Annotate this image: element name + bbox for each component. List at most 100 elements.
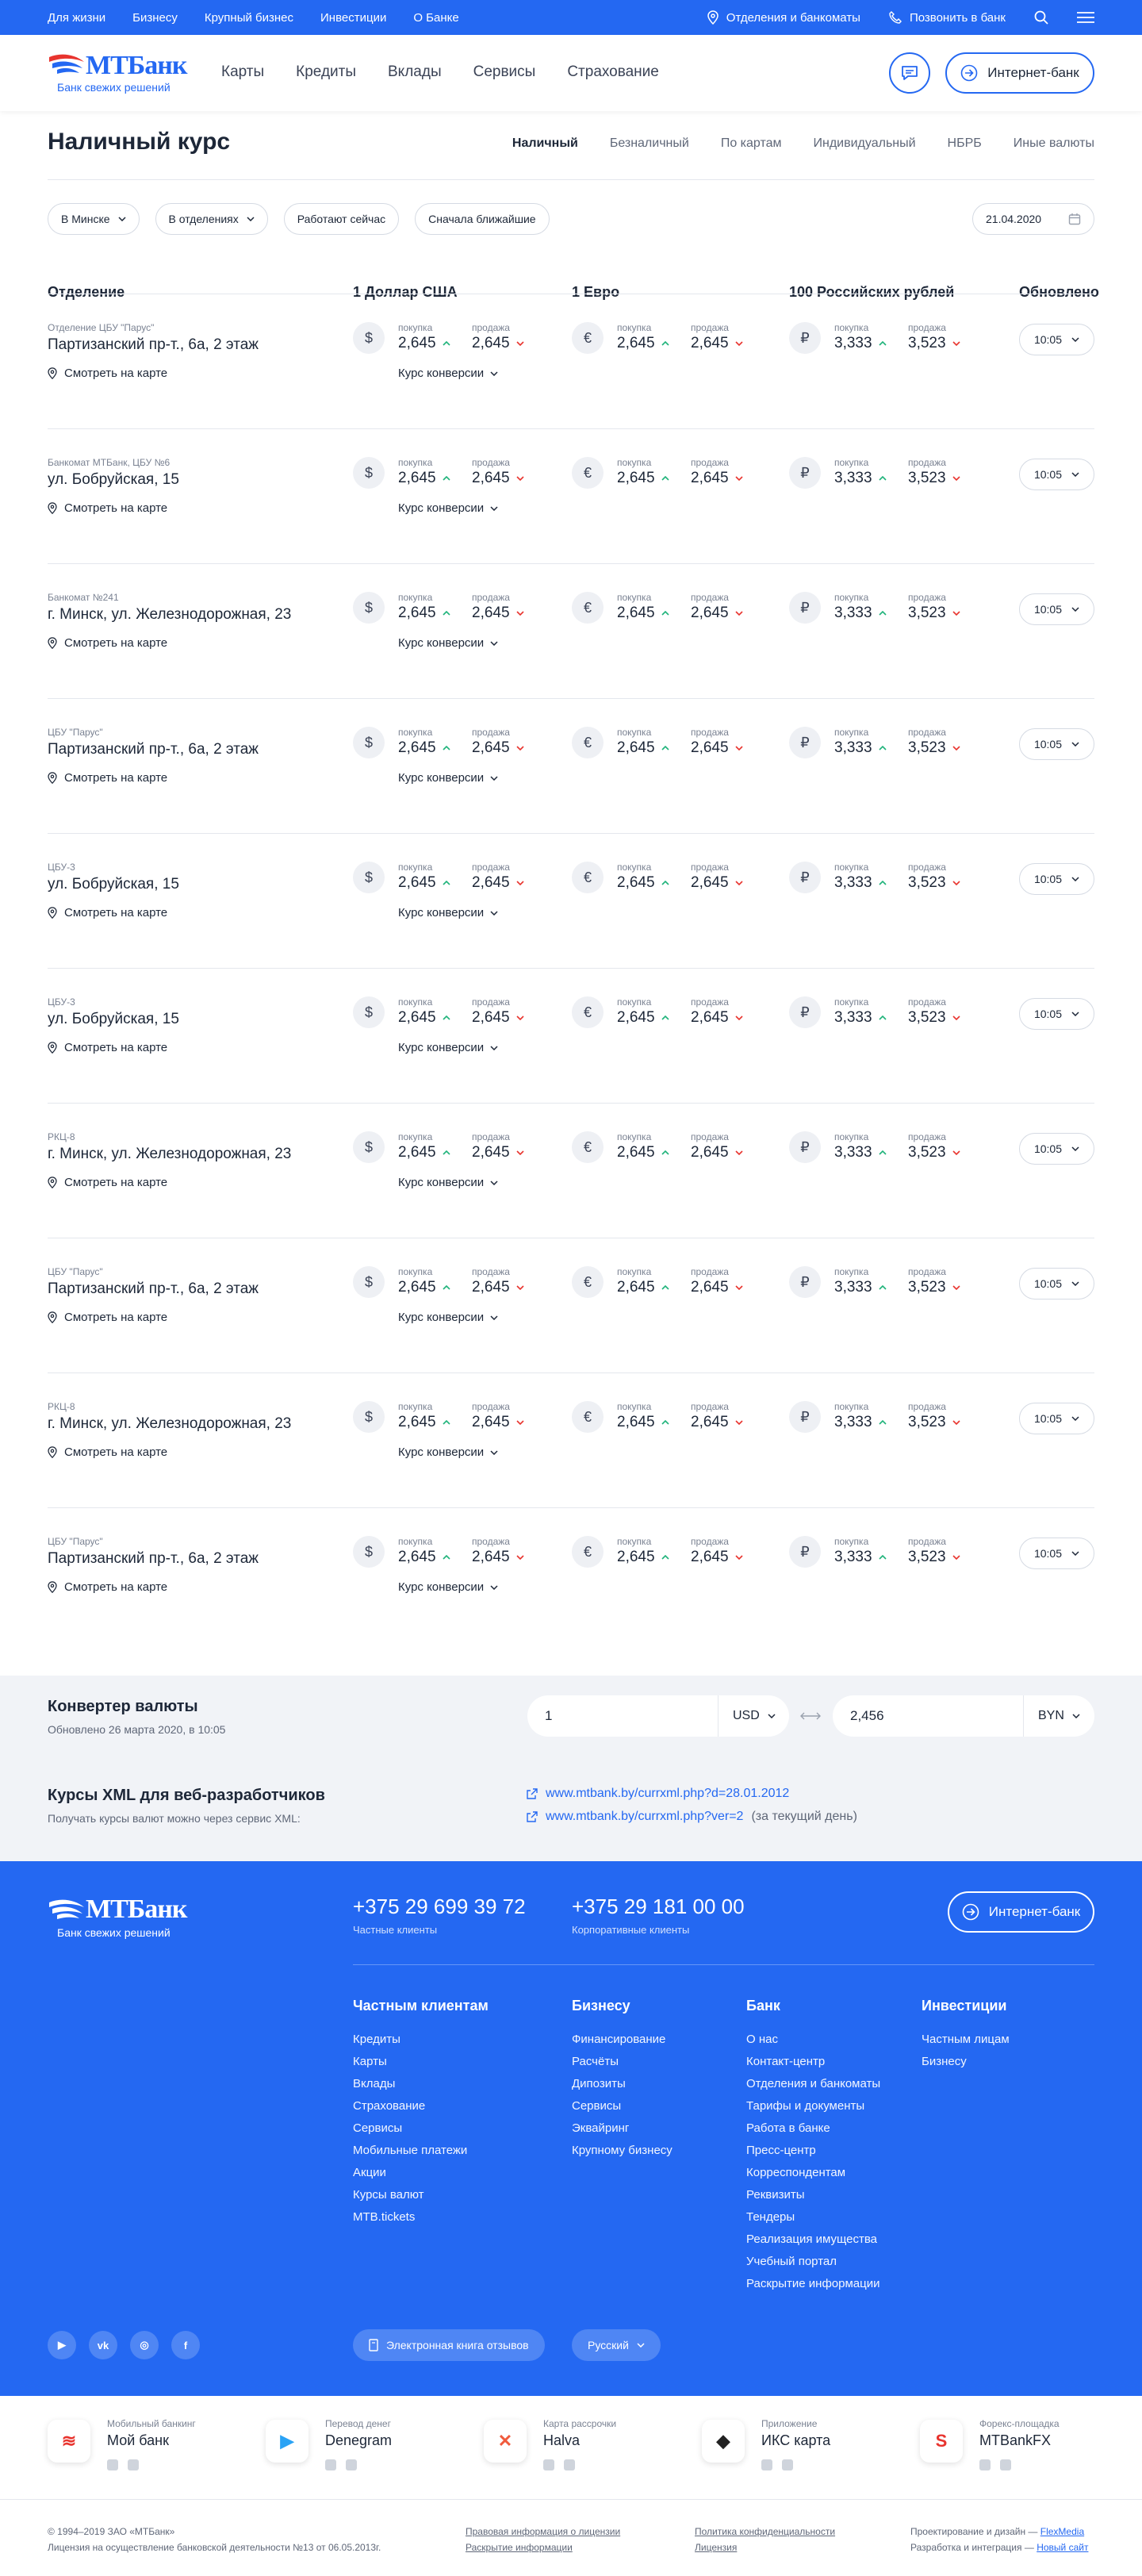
show-on-map-link[interactable]: Смотреть на карте bbox=[48, 906, 167, 919]
top-link-investments[interactable]: Инвестиции bbox=[320, 11, 386, 25]
swap-arrows-icon[interactable] bbox=[800, 1712, 821, 1720]
location-type-filter[interactable]: В отделениях bbox=[155, 203, 268, 235]
show-on-map-link[interactable]: Смотреть на карте bbox=[48, 1041, 167, 1054]
update-time-select[interactable]: 10:05 bbox=[1019, 998, 1094, 1030]
tab-cashless[interactable]: Безналичный bbox=[610, 136, 689, 151]
conversion-rate-toggle[interactable]: Курс конверсии bbox=[398, 1580, 498, 1594]
update-time-select[interactable]: 10:05 bbox=[1019, 324, 1094, 355]
logo[interactable]: МТБанк Банк свежих решений bbox=[48, 49, 187, 94]
privacy-link[interactable]: Политика конфиденциальности bbox=[695, 2524, 835, 2540]
nav-cards[interactable]: Карты bbox=[221, 63, 264, 81]
footer-link[interactable]: Дипозиты bbox=[572, 2073, 673, 2095]
footer-internet-bank-button[interactable]: Интернет-банк bbox=[948, 1891, 1094, 1933]
footer-link[interactable]: Бизнесу bbox=[922, 2051, 1010, 2073]
language-select[interactable]: Русский bbox=[572, 2329, 661, 2361]
footer-link[interactable]: Реализация имущества bbox=[746, 2229, 880, 2251]
footer-link[interactable]: О нас bbox=[746, 2029, 880, 2051]
converter-from-input[interactable]: 1 bbox=[545, 1708, 552, 1724]
footer-link[interactable]: Частным лицам bbox=[922, 2029, 1010, 2051]
menu-icon[interactable] bbox=[1077, 11, 1094, 24]
footer-link[interactable]: Учебный портал bbox=[746, 2251, 880, 2273]
footer-link[interactable]: MTB.tickets bbox=[353, 2206, 489, 2229]
show-on-map-link[interactable]: Смотреть на карте bbox=[48, 1311, 167, 1324]
call-link[interactable]: Позвонить в банк bbox=[889, 11, 1006, 25]
android-icon[interactable] bbox=[325, 2459, 336, 2470]
open-now-filter[interactable]: Работают сейчас bbox=[283, 203, 400, 235]
footer-link[interactable]: Крупному бизнесу bbox=[572, 2140, 673, 2162]
footer-link[interactable]: Реквизиты bbox=[746, 2184, 880, 2206]
show-on-map-link[interactable]: Смотреть на карте bbox=[48, 636, 167, 650]
android-icon[interactable] bbox=[979, 2459, 991, 2470]
date-picker[interactable]: 21.04.2020 bbox=[972, 203, 1094, 235]
nav-deposits[interactable]: Вклады bbox=[388, 63, 442, 81]
top-link-about[interactable]: О Банке bbox=[413, 11, 458, 25]
footer-link[interactable]: Кредиты bbox=[353, 2029, 489, 2051]
apple-icon[interactable] bbox=[782, 2459, 793, 2470]
show-on-map-link[interactable]: Смотреть на карте bbox=[48, 1176, 167, 1189]
update-time-select[interactable]: 10:05 bbox=[1019, 459, 1094, 490]
new-site-link[interactable]: Новый сайт bbox=[1037, 2542, 1088, 2553]
android-icon[interactable] bbox=[107, 2459, 118, 2470]
license-link[interactable]: Лицензия bbox=[695, 2540, 835, 2555]
feedback-book-button[interactable]: Электронная книга отзывов bbox=[353, 2329, 545, 2361]
footer-link[interactable]: Пресс-центр bbox=[746, 2140, 880, 2162]
phone-private[interactable]: +375 29 699 39 72 Частные клиенты bbox=[353, 1895, 526, 1936]
disclosure-link[interactable]: Раскрытие информации bbox=[466, 2540, 620, 2555]
footer-link[interactable]: Страхование bbox=[353, 2095, 489, 2117]
footer-link[interactable]: Финансирование bbox=[572, 2029, 673, 2051]
branches-link[interactable]: Отделения и банкоматы bbox=[707, 10, 860, 25]
conversion-rate-toggle[interactable]: Курс конверсии bbox=[398, 771, 498, 785]
android-icon[interactable] bbox=[761, 2459, 772, 2470]
internet-bank-button[interactable]: Интернет-банк bbox=[945, 52, 1094, 94]
tab-cards[interactable]: По картам bbox=[721, 136, 782, 151]
youtube-icon[interactable]: ▶ bbox=[48, 2331, 76, 2359]
nav-insurance[interactable]: Страхование bbox=[567, 63, 659, 81]
instagram-icon[interactable]: ◎ bbox=[130, 2331, 159, 2359]
update-time-select[interactable]: 10:05 bbox=[1019, 1403, 1094, 1434]
footer-link[interactable]: Тендеры bbox=[746, 2206, 880, 2229]
update-time-select[interactable]: 10:05 bbox=[1019, 728, 1094, 760]
show-on-map-link[interactable]: Смотреть на карте bbox=[48, 367, 167, 380]
conversion-rate-toggle[interactable]: Курс конверсии bbox=[398, 1176, 498, 1189]
show-on-map-link[interactable]: Смотреть на карте bbox=[48, 771, 167, 785]
update-time-select[interactable]: 10:05 bbox=[1019, 863, 1094, 895]
footer-link[interactable]: Сервисы bbox=[353, 2117, 489, 2140]
update-time-select[interactable]: 10:05 bbox=[1019, 1133, 1094, 1165]
footer-link[interactable]: Курсы валют bbox=[353, 2184, 489, 2206]
city-filter[interactable]: В Минске bbox=[48, 203, 140, 235]
flexmedia-link[interactable]: FlexMedia bbox=[1040, 2526, 1084, 2537]
converter-from-currency[interactable]: USD bbox=[718, 1695, 789, 1737]
footer-link[interactable]: Расчёты bbox=[572, 2051, 673, 2073]
search-icon[interactable] bbox=[1034, 10, 1048, 25]
phone-corporate[interactable]: +375 29 181 00 00 Корпоративные клиенты bbox=[572, 1895, 745, 1936]
footer-link[interactable]: Акции bbox=[353, 2162, 489, 2184]
top-link-business[interactable]: Бизнесу bbox=[132, 11, 178, 25]
apple-icon[interactable] bbox=[564, 2459, 575, 2470]
footer-link[interactable]: Сервисы bbox=[572, 2095, 673, 2117]
converter-to-currency[interactable]: BYN bbox=[1023, 1695, 1094, 1737]
footer-link[interactable]: Эквайринг bbox=[572, 2117, 673, 2140]
nearest-first-filter[interactable]: Сначала ближайшие bbox=[415, 203, 550, 235]
conversion-rate-toggle[interactable]: Курс конверсии bbox=[398, 636, 498, 650]
conversion-rate-toggle[interactable]: Курс конверсии bbox=[398, 501, 498, 515]
tab-cash[interactable]: Наличный bbox=[512, 136, 578, 151]
apple-icon[interactable] bbox=[1000, 2459, 1011, 2470]
chat-button[interactable] bbox=[889, 52, 930, 94]
top-link-corporate[interactable]: Крупный бизнес bbox=[205, 11, 293, 25]
android-icon[interactable] bbox=[543, 2459, 554, 2470]
conversion-rate-toggle[interactable]: Курс конверсии bbox=[398, 1445, 498, 1459]
show-on-map-link[interactable]: Смотреть на карте bbox=[48, 1445, 167, 1459]
conversion-rate-toggle[interactable]: Курс конверсии bbox=[398, 1041, 498, 1054]
footer-link[interactable]: Отделения и банкоматы bbox=[746, 2073, 880, 2095]
footer-link[interactable]: Мобильные платежи bbox=[353, 2140, 489, 2162]
xml-link-1[interactable]: www.mtbank.by/currxml.php?d=28.01.2012 bbox=[527, 1787, 789, 1801]
update-time-select[interactable]: 10:05 bbox=[1019, 593, 1094, 625]
conversion-rate-toggle[interactable]: Курс конверсии bbox=[398, 1311, 498, 1324]
top-link-life[interactable]: Для жизни bbox=[48, 11, 105, 25]
footer-link[interactable]: Раскрытие информации bbox=[746, 2273, 880, 2295]
tab-nbrb[interactable]: НБРБ bbox=[948, 136, 982, 151]
nav-credits[interactable]: Кредиты bbox=[296, 63, 356, 81]
tab-individual[interactable]: Индивидуальный bbox=[814, 136, 916, 151]
footer-link[interactable]: Карты bbox=[353, 2051, 489, 2073]
conversion-rate-toggle[interactable]: Курс конверсии bbox=[398, 367, 498, 380]
